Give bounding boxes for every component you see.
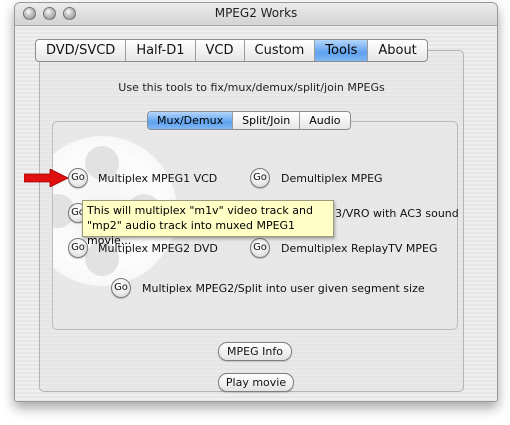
tools-description: Use this tools to fix/mux/demux/split/jo… bbox=[118, 81, 385, 94]
tooltip-line-1: This will multiplex "m1v" video track an… bbox=[87, 204, 313, 217]
tab-custom[interactable]: Custom bbox=[245, 40, 316, 61]
tab-dvd-svcd[interactable]: DVD/SVCD bbox=[36, 40, 127, 61]
tooltip: This will multiplex "m1v" video track an… bbox=[82, 200, 334, 247]
label-mux-mpeg1-vcd: Multiplex MPEG1 VCD bbox=[98, 172, 218, 185]
title-bar[interactable]: MPEG2 Works bbox=[15, 3, 497, 26]
tooltip-line-2: "mp2" audio track into muxed MPEG1 movie… bbox=[87, 219, 296, 247]
tab-tools[interactable]: Tools bbox=[315, 40, 369, 61]
mpeg-info-button[interactable]: MPEG Info bbox=[218, 342, 292, 361]
label-mux-mpeg2-split: Multiplex MPEG2/Split into user given se… bbox=[142, 282, 425, 295]
go-button-mux-mpeg1-vcd[interactable]: Go bbox=[68, 168, 88, 188]
tools-subtab-bar: Mux/Demux Split/Join Audio bbox=[147, 111, 351, 130]
tab-about[interactable]: About bbox=[368, 40, 426, 61]
go-button-mux-mpeg2-split[interactable]: Go bbox=[111, 278, 131, 298]
label-demux-mpeg: Demultiplex MPEG bbox=[281, 172, 383, 185]
go-button-demux-mpeg[interactable]: Go bbox=[250, 168, 270, 188]
tab-half-d1[interactable]: Half-D1 bbox=[126, 40, 196, 61]
tab-vcd[interactable]: VCD bbox=[196, 40, 245, 61]
play-movie-button[interactable]: Play movie bbox=[218, 373, 294, 392]
label-demux-vob-vro: 3/VRO with AC3 sound bbox=[335, 207, 459, 220]
subtab-audio[interactable]: Audio bbox=[300, 112, 349, 129]
window-title: MPEG2 Works bbox=[214, 6, 298, 20]
subtab-split-join[interactable]: Split/Join bbox=[233, 112, 301, 129]
go-button-mux-mpeg2-dvd[interactable]: Go bbox=[68, 238, 88, 258]
subtab-mux-demux[interactable]: Mux/Demux bbox=[148, 112, 234, 129]
red-arrow-icon bbox=[24, 169, 68, 187]
main-tab-bar: DVD/SVCD Half-D1 VCD Custom Tools About bbox=[35, 39, 428, 62]
